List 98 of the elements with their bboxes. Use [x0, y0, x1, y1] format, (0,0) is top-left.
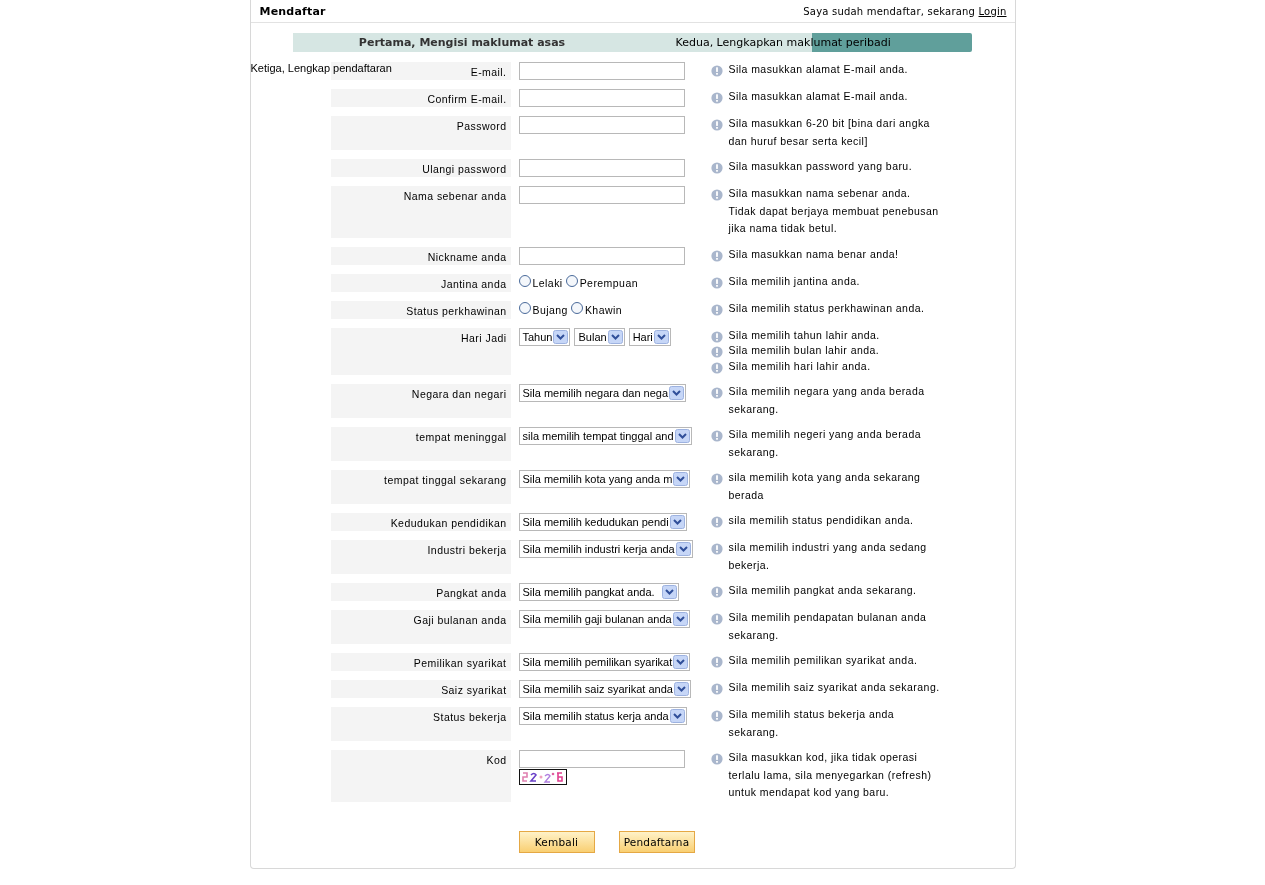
dropdown[interactable]: Sila memilih negara dan nega	[518, 384, 687, 402]
field-label: Status perkhawinan	[406, 304, 507, 317]
page-title: Mendaftar	[259, 4, 326, 18]
hint-text: sila memilih kota yang anda sekarang berada	[728, 470, 922, 503]
hint-text: Sila masukkan alamat E-mail anda.	[728, 62, 909, 77]
field-label: Jantina anda	[440, 277, 507, 290]
login-link[interactable]: Login	[978, 5, 1007, 17]
hint-text: Sila memilih jantina anda.	[728, 273, 861, 289]
hint-text: Sila masukkan password yang baru.	[728, 159, 914, 174]
alert-icon	[710, 162, 723, 174]
alert-icon	[710, 543, 723, 555]
alert-icon	[710, 249, 723, 262]
radio-label: Khawin	[584, 303, 623, 316]
alert-icon	[710, 387, 723, 399]
field-label: Pemilikan syarikat	[413, 657, 507, 669]
radio-label: Perempuan	[579, 276, 638, 289]
hint-text: Sila masukkan 6-20 bit [bina dari angka dan huruf besar serta kecil]	[728, 116, 931, 149]
radio-button[interactable]	[518, 301, 531, 314]
dropdown[interactable]: Hari	[628, 327, 671, 346]
alert-icon	[710, 613, 723, 625]
hint-text: Sila masukkan kod, jika tidak operasi terlalu lama, sila menyegarkan (refresh) untuk mendapat kod yang baru.	[728, 750, 933, 800]
alert-icon	[710, 361, 723, 374]
input-field[interactable]	[518, 246, 685, 265]
dropdown[interactable]: Sila memilih gaji bulanan anda	[518, 610, 690, 628]
alert-icon	[710, 683, 723, 695]
hint-text: Sila memilih hari lahir anda.	[728, 358, 872, 374]
alert-icon	[710, 516, 723, 528]
field-label: Kod	[486, 754, 507, 766]
field-label: tempat meninggal	[415, 431, 507, 443]
dropdown[interactable]: Bulan	[574, 327, 625, 346]
input-field[interactable]	[518, 159, 685, 177]
hint-text: Sila memilih negeri yang anda berada sekarang.	[728, 427, 922, 460]
field-label: Negara dan negari	[411, 388, 507, 400]
field-label: Industri bekerja	[427, 544, 507, 556]
hint-text: sila memilih status pendidikan anda.	[728, 513, 915, 528]
hint-text: sila memilih industri yang anda sedang bekerja.	[728, 540, 928, 573]
hint-text: Sila memilih negara yang anda berada sekarang.	[728, 384, 926, 417]
hint-text: Sila memilih pendapatan bulanan anda sekarang.	[728, 610, 928, 643]
alert-icon	[710, 303, 723, 316]
input-field[interactable]	[518, 186, 685, 204]
dropdown[interactable]: Sila memilih kedudukan pendi	[518, 513, 687, 531]
field-label: Ulangi password	[422, 163, 507, 175]
dropdown[interactable]: sila memilih tempat tinggal and	[518, 427, 692, 445]
hint-text: Sila memilih saiz syarikat anda sekarang.	[728, 680, 941, 695]
field-label: E-mail.	[470, 66, 507, 78]
input-field[interactable]	[518, 750, 685, 768]
field-label: Confirm E-mail.	[427, 93, 507, 105]
field-label: Pangkat anda	[436, 587, 507, 599]
hint-text: Sila masukkan nama sebenar anda. Tidak dapat berjaya membuat penebusan jika nama tidak betul.	[728, 186, 940, 236]
dropdown[interactable]: Sila memilih pemilikan syarikat	[518, 653, 691, 671]
alert-icon	[710, 430, 723, 442]
field-label: tempat tinggal sekarang	[384, 474, 507, 486]
field-label: Kedudukan pendidikan	[390, 517, 507, 529]
alert-icon	[710, 710, 723, 722]
field-label: Nickname anda	[427, 250, 507, 263]
hint-text: Sila memilih pangkat anda sekarang.	[728, 583, 918, 598]
login-prompt: Saya sudah mendaftar, sekarang	[803, 5, 976, 17]
field-label: Gaji bulanan anda	[413, 614, 507, 626]
hint-text: Sila memilih status bekerja anda sekarang.	[728, 707, 896, 740]
alert-icon	[710, 92, 723, 104]
alert-icon	[710, 189, 723, 201]
alert-icon	[710, 276, 723, 289]
form-button[interactable]: Kembali	[518, 830, 595, 853]
form-button[interactable]: Pendaftarna	[618, 830, 695, 853]
dropdown[interactable]: Sila memilih pangkat anda.	[518, 583, 679, 601]
radio-button[interactable]	[570, 301, 583, 314]
input-field[interactable]	[518, 116, 685, 134]
input-field[interactable]	[518, 62, 685, 80]
field-label: Saiz syarikat	[441, 684, 507, 696]
hint-text: Sila memilih bulan lahir anda.	[728, 343, 881, 358]
dropdown[interactable]: Sila memilih saiz syarikat anda	[518, 680, 691, 698]
alert-icon	[710, 330, 723, 343]
alert-icon	[710, 346, 723, 358]
alert-icon	[710, 753, 723, 765]
dropdown[interactable]: Sila memilih kota yang anda m	[518, 470, 691, 488]
dropdown[interactable]: Tahun	[518, 327, 571, 346]
field-label: Nama sebenar anda	[403, 190, 507, 202]
step-label: Ketiga, Lengkap pendaftaran	[250, 62, 392, 74]
hint-text: Sila memilih pemilikan syarikat anda.	[728, 653, 919, 668]
hint-text: Sila masukkan alamat E-mail anda.	[728, 89, 909, 104]
hint-text: Sila memilih status perkhawinan anda.	[728, 300, 926, 316]
alert-icon	[710, 656, 723, 668]
field-label: Status bekerja	[433, 711, 507, 723]
alert-icon	[710, 473, 723, 485]
radio-label: Lelaki	[532, 276, 563, 289]
alert-icon	[710, 119, 723, 131]
hint-text: Sila memilih tahun lahir anda.	[728, 327, 881, 343]
alert-icon	[710, 586, 723, 598]
hint-text: Sila masukkan nama benar anda!	[728, 246, 900, 262]
field-label: Password	[456, 120, 507, 132]
field-label: Hari Jadi	[461, 331, 507, 344]
radio-label: Bujang	[532, 303, 568, 316]
dropdown[interactable]: Sila memilih status kerja anda	[518, 707, 687, 725]
input-field[interactable]	[518, 89, 685, 107]
radio-button[interactable]	[518, 274, 531, 287]
alert-icon	[710, 65, 723, 77]
radio-button[interactable]	[565, 274, 578, 287]
dropdown[interactable]: Sila memilih industri kerja anda	[518, 540, 693, 558]
